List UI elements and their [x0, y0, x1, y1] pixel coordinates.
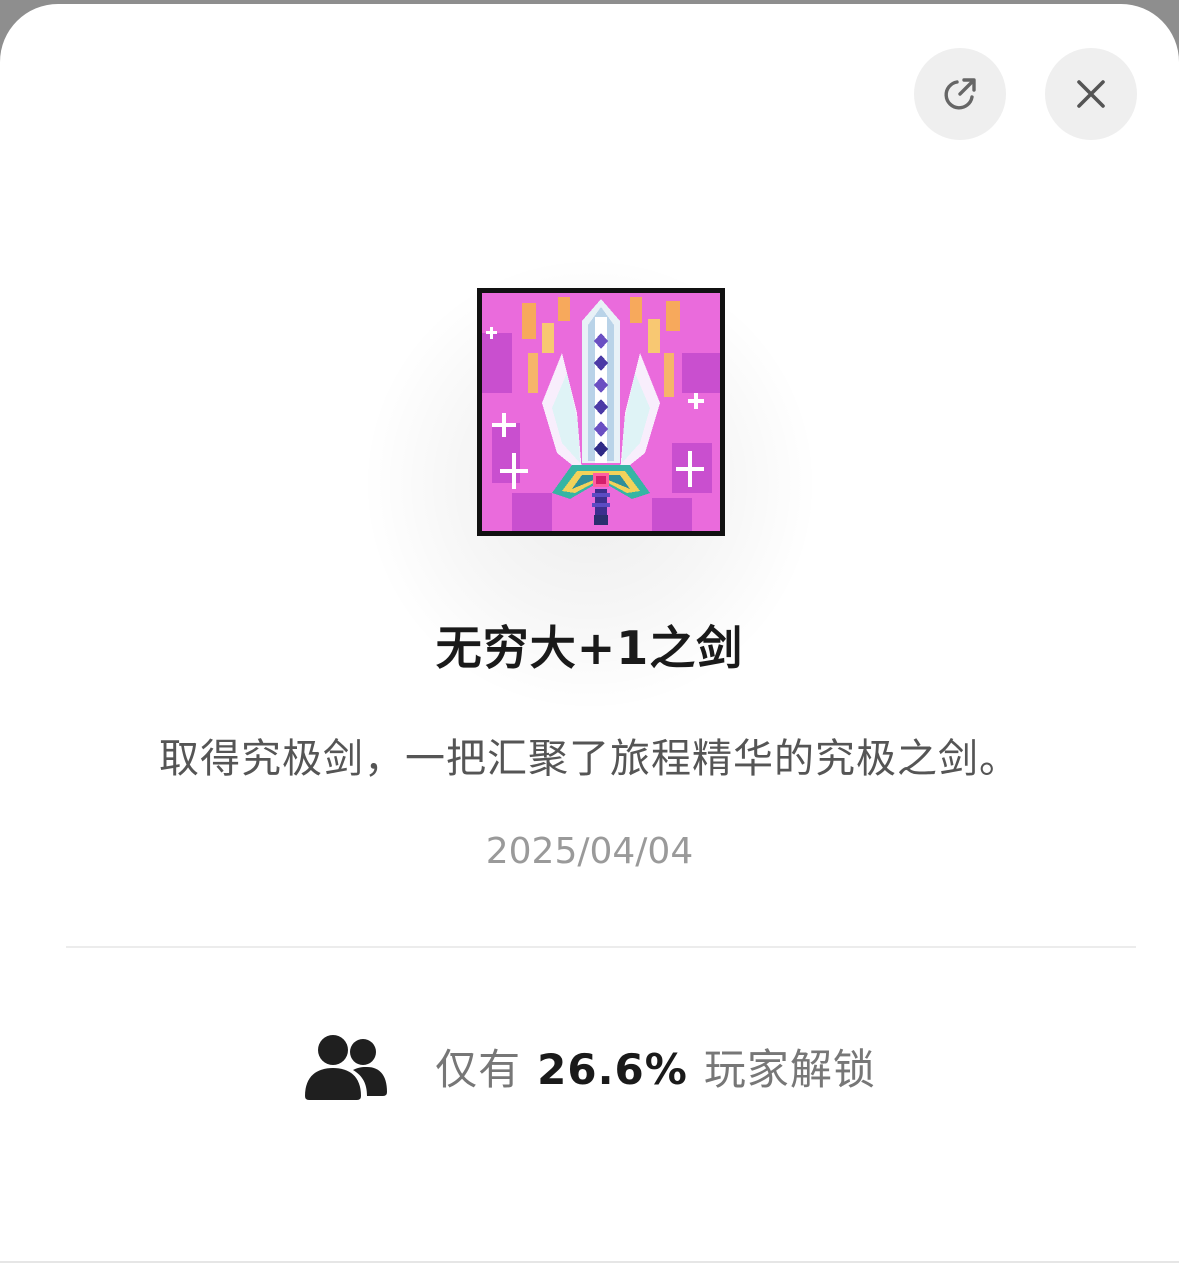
- pixel-sword-icon: [482, 293, 720, 531]
- unlock-stats: 仅有 26.6% 玩家解锁: [0, 1026, 1179, 1106]
- unlock-date: 2025/04/04: [485, 831, 694, 872]
- achievement-description: 取得究极剑，一把汇聚了旅程精华的究极之剑。: [159, 736, 1020, 782]
- players-icon: [303, 1030, 389, 1102]
- divider: [66, 946, 1136, 948]
- stats-text: 仅有 26.6% 玩家解锁: [435, 1036, 876, 1097]
- stats-prefix: 仅有: [435, 1044, 522, 1094]
- close-button[interactable]: [1045, 48, 1137, 140]
- close-icon: [1077, 80, 1105, 108]
- achievement-sheet: 无穷大+1之剑 取得究极剑，一把汇聚了旅程精华的究极之剑。 2025/04/04…: [0, 4, 1179, 1263]
- achievement-title: 无穷大+1之剑: [435, 621, 744, 675]
- stats-suffix: 玩家解锁: [703, 1044, 876, 1094]
- achievement-icon: [477, 288, 725, 536]
- unlock-percent: 26.6%: [537, 1044, 688, 1094]
- share-button[interactable]: [914, 48, 1006, 140]
- share-external-icon: [944, 78, 976, 110]
